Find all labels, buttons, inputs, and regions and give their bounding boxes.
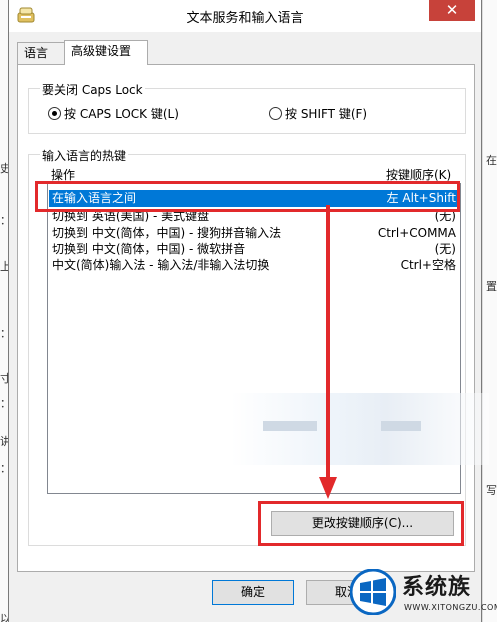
hotkey-row[interactable]: 中文(简体)输入法 - 输入法/非输入法切换 Ctrl+空格 [49, 257, 459, 274]
background-window-right: 在 置 写 [482, 0, 497, 622]
text-services-dialog: 文本服务和输入语言 ✕ 语言栏 高级键设置 要关闭 Caps Lock 按 CA… [8, 0, 489, 622]
tab-advanced-key-settings[interactable]: 高级键设置 [64, 40, 148, 65]
tab-language-bar[interactable]: 语言栏 [17, 42, 65, 80]
hotkey-keys: (无) [434, 209, 456, 223]
hotkeys-group-title: 输入语言的热键 [40, 147, 129, 164]
watermark-logo: 系统族 WWW.XITONGZU.COM [350, 565, 497, 622]
hotkey-action: 在输入语言之间 [52, 191, 137, 205]
change-key-sequence-button[interactable]: 更改按键顺序(C)... [271, 511, 454, 536]
caps-lock-group-title: 要关闭 Caps Lock [40, 81, 145, 98]
blurred-overlay [231, 393, 489, 465]
ok-button[interactable]: 确定 [212, 580, 294, 605]
hotkey-action: 切换到 中文(简体，中国) - 搜狗拼音输入法 [52, 226, 282, 240]
caps-lock-option-shift[interactable]: 按 SHIFT 键(F) [269, 105, 367, 122]
blur-block [263, 421, 317, 431]
radio-label: 按 CAPS LOCK 键(L) [64, 107, 179, 121]
hotkey-keys: Ctrl+COMMA [377, 226, 456, 240]
background-window-left: 史 ： 上 ： 寸 ： 讲 ： 以 [0, 0, 11, 622]
windows-logo-icon [350, 569, 396, 615]
screenshot-stage: 史 ： 上 ： 寸 ： 讲 ： 以 在 置 写 文本服务和输入语言 ✕ 语言栏 … [0, 0, 497, 622]
hotkey-keys: 左 Alt+Shift [386, 191, 456, 205]
hotkey-action: 中文(简体)输入法 - 输入法/非输入法切换 [52, 258, 270, 272]
watermark-url: WWW.XITONGZU.COM [404, 603, 497, 612]
column-header-key-sequence: 按键顺序(K) [386, 168, 452, 182]
watermark-brand: 系统族 [402, 575, 472, 600]
bg-right-text: 写 [486, 484, 497, 497]
bg-right-text: 置 [486, 280, 497, 293]
hotkey-action: 切换到 中文(简体，中国) - 微软拼音 [52, 242, 246, 256]
window-title: 文本服务和输入语言 [186, 11, 304, 26]
radio-unchecked[interactable] [269, 107, 282, 120]
bg-right-text: 在 [486, 154, 497, 167]
hotkey-row[interactable]: 切换到 中文(简体，中国) - 搜狗拼音输入法 Ctrl+COMMA [49, 225, 459, 242]
hotkey-row[interactable]: 切换到 中文(简体，中国) - 微软拼音 (无) [49, 241, 459, 258]
caps-lock-option-capslock[interactable]: 按 CAPS LOCK 键(L) [48, 105, 179, 122]
radio-label: 按 SHIFT 键(F) [285, 107, 368, 121]
radio-checked[interactable] [48, 107, 61, 120]
title-bar: 文本服务和输入语言 ✕ [9, 0, 481, 32]
hotkey-action: 切换到 英语(美国) - 美式键盘 [52, 209, 210, 223]
hotkey-row[interactable]: 在输入语言之间 左 Alt+Shift [49, 190, 459, 207]
hotkey-row[interactable]: 切换到 英语(美国) - 美式键盘 (无) [49, 208, 459, 225]
hotkey-keys: (无) [434, 242, 456, 256]
hotkey-keys: Ctrl+空格 [400, 258, 456, 272]
close-button[interactable]: ✕ [429, 0, 475, 21]
column-header-action: 操作 [51, 168, 76, 182]
blur-block [381, 421, 421, 431]
